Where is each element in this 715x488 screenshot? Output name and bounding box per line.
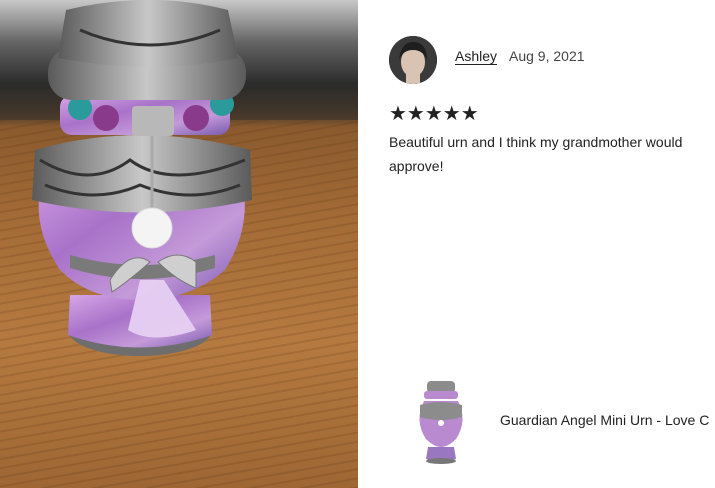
reviewer-avatar[interactable] xyxy=(389,36,437,84)
star-rating: ★★★★★ xyxy=(389,101,479,125)
avatar-portrait-icon xyxy=(389,36,437,84)
reviewer-name-link[interactable]: Ashley xyxy=(455,48,497,64)
urn-thumbnail-icon xyxy=(414,377,468,465)
review-photo[interactable] xyxy=(0,0,358,488)
product-title-link[interactable]: Guardian Angel Mini Urn - Love C xyxy=(500,412,715,428)
review-date: Aug 9, 2021 xyxy=(509,48,585,64)
review-text: Beautiful urn and I think my grandmother… xyxy=(389,134,683,174)
urn-illustration xyxy=(32,0,252,356)
product-thumbnail[interactable] xyxy=(414,377,468,465)
